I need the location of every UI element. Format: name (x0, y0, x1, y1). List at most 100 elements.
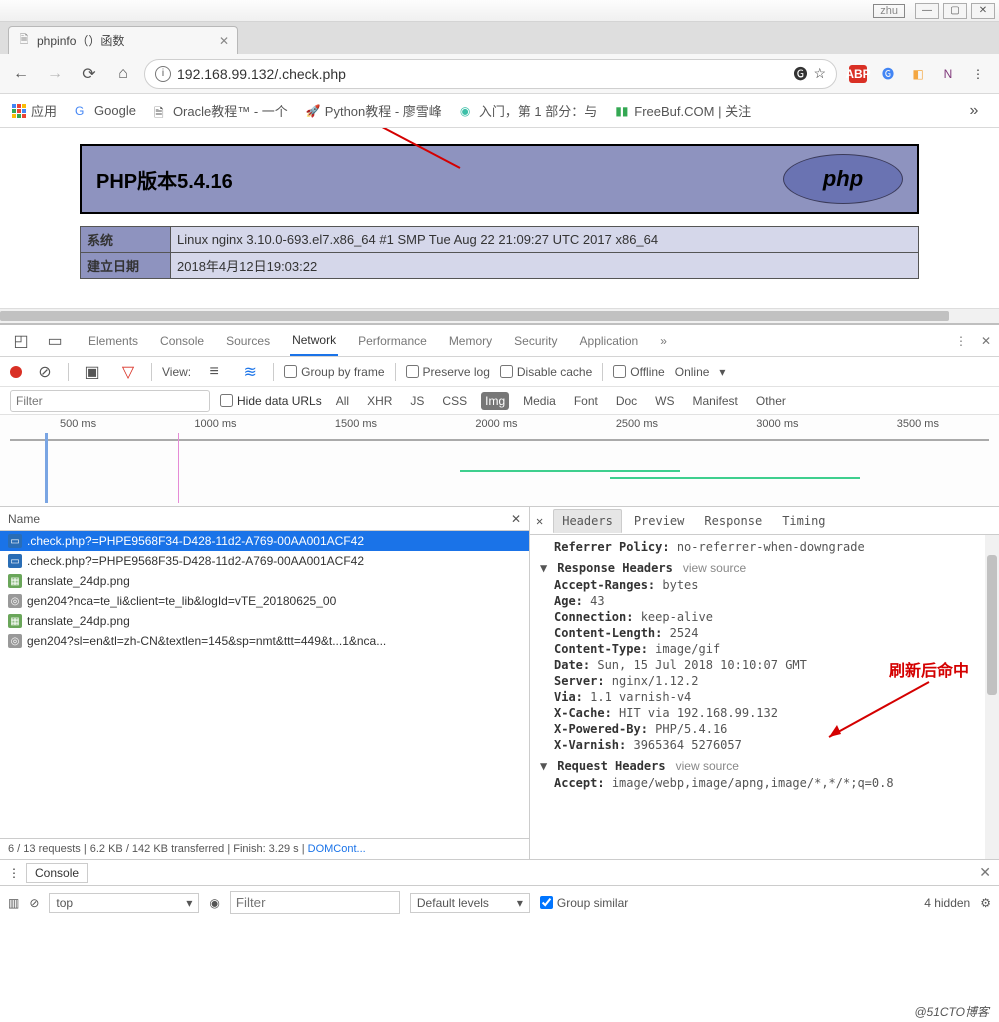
log-levels-select[interactable]: Default levels▾ (410, 893, 530, 913)
request-row[interactable]: ◎gen204?sl=en&tl=zh-CN&textlen=145&sp=nm… (0, 631, 529, 651)
filter-type-tabs: All XHR JS CSS Img Media Font Doc WS Man… (332, 392, 790, 410)
console-settings-icon[interactable]: ⚙ (980, 896, 991, 910)
devtools-close-icon[interactable]: ✕ (981, 334, 991, 348)
close-window-button[interactable]: ✕ (971, 3, 995, 19)
reload-button[interactable]: ⟳ (76, 61, 102, 87)
response-header-line: Age: 43 (554, 593, 989, 609)
filter-ws[interactable]: WS (651, 392, 678, 410)
clear-icon[interactable]: ⊘ (32, 359, 58, 385)
detail-tab-preview[interactable]: Preview (626, 510, 693, 532)
horizontal-scrollbar[interactable] (0, 308, 999, 323)
filter-font[interactable]: Font (570, 392, 602, 410)
execution-context-select[interactable]: top▾ (49, 893, 199, 913)
tabs-overflow-icon[interactable]: » (658, 327, 669, 355)
translate-icon[interactable]: 🅖 (793, 64, 807, 84)
network-filter-input[interactable] (10, 390, 210, 412)
console-filter-input[interactable] (230, 891, 400, 914)
name-column-header[interactable]: Name (8, 512, 40, 526)
site-info-icon[interactable]: i (155, 66, 171, 82)
request-row[interactable]: ◎gen204?nca=te_li&client=te_lib&logId=vT… (0, 591, 529, 611)
devtools-menu-icon[interactable]: ⋮ (955, 334, 967, 348)
tab-elements[interactable]: Elements (86, 327, 140, 355)
request-row[interactable]: ▭.check.php?=PHPE9568F34-D428-11d2-A769-… (0, 531, 529, 551)
bookmark-star-icon[interactable]: ☆ (813, 65, 826, 82)
request-name: translate_24dp.png (27, 574, 130, 588)
filter-img[interactable]: Img (481, 392, 509, 410)
request-row[interactable]: ▦translate_24dp.png (0, 611, 529, 631)
disable-cache-checkbox[interactable]: Disable cache (500, 365, 592, 379)
group-by-frame-checkbox[interactable]: Group by frame (284, 365, 384, 379)
request-row[interactable]: ▦translate_24dp.png (0, 571, 529, 591)
tab-network[interactable]: Network (290, 326, 338, 356)
detail-tab-timing[interactable]: Timing (774, 510, 833, 532)
browser-menu-icon[interactable]: ⋮ (969, 65, 987, 83)
preserve-log-checkbox[interactable]: Preserve log (406, 365, 490, 379)
bookmarks-overflow-icon[interactable]: » (961, 98, 987, 124)
request-row[interactable]: ▭.check.php?=PHPE9568F35-D428-11d2-A769-… (0, 551, 529, 571)
view-large-icon[interactable]: ≡ (201, 359, 227, 385)
filter-other[interactable]: Other (752, 392, 790, 410)
filter-icon[interactable]: ▽ (115, 359, 141, 385)
console-drawer: ⋮ Console ✕ ▥ ⊘ top▾ ◉ Default levels▾ G… (0, 859, 999, 919)
request-headers-section[interactable]: Request Headers (557, 759, 665, 773)
filter-manifest[interactable]: Manifest (689, 392, 742, 410)
throttle-select[interactable]: Online ▾ (675, 365, 726, 379)
bookmark-intro[interactable]: ◉入门，第 1 部分：与 (460, 101, 597, 120)
home-button[interactable]: ⌂ (110, 61, 136, 87)
tab-performance[interactable]: Performance (356, 327, 429, 355)
console-tab[interactable]: Console (26, 863, 88, 883)
filter-css[interactable]: CSS (438, 392, 471, 410)
console-clear-icon[interactable]: ⊘ (29, 896, 39, 910)
device-toolbar-icon[interactable]: ▭ (42, 328, 68, 354)
address-bar[interactable]: i 192.168.99.132/.check.php 🅖 ☆ (144, 59, 837, 89)
hidden-count[interactable]: 4 hidden (924, 896, 970, 910)
filter-js[interactable]: JS (406, 392, 428, 410)
detail-tab-headers[interactable]: Headers (553, 509, 622, 533)
network-timeline[interactable]: 500 ms 1000 ms 1500 ms 2000 ms 2500 ms 3… (0, 415, 999, 507)
tab-application[interactable]: Application (578, 327, 641, 355)
response-headers-section[interactable]: Response Headers (557, 561, 673, 575)
bookmark-freebuf[interactable]: ▮▮FreeBuf.COM | 关注 (615, 101, 751, 120)
view-overview-icon[interactable]: ≋ (237, 359, 263, 385)
filter-media[interactable]: Media (519, 392, 560, 410)
onenote-extension-icon[interactable]: N (939, 65, 957, 83)
row-key: 建立日期 (81, 253, 171, 279)
inspect-element-icon[interactable]: ◰ (8, 328, 34, 354)
forward-button[interactable]: → (42, 61, 68, 87)
detail-tab-response[interactable]: Response (696, 510, 770, 532)
offline-checkbox[interactable]: Offline (613, 365, 664, 379)
filter-xhr[interactable]: XHR (363, 392, 396, 410)
view-source-link[interactable]: view source (676, 759, 739, 773)
record-button[interactable] (10, 366, 22, 378)
group-similar-checkbox[interactable]: Group similar (540, 896, 628, 910)
tab-close-icon[interactable]: ✕ (219, 34, 229, 48)
detail-vertical-scrollbar[interactable] (985, 535, 999, 859)
bookmark-google[interactable]: GGoogle (75, 103, 136, 118)
minimize-button[interactable]: — (915, 3, 939, 19)
drawer-menu-icon[interactable]: ⋮ (8, 866, 20, 880)
bookmark-oracle[interactable]: 🗎Oracle教程™ - 一个 (154, 101, 288, 120)
google-translate-extension-icon[interactable]: 🅖 (879, 65, 897, 83)
apps-button[interactable]: 应用 (12, 101, 57, 120)
tab-sources[interactable]: Sources (224, 327, 272, 355)
console-live-icon[interactable]: ◉ (209, 896, 219, 910)
close-detail-x[interactable]: ✕ (511, 512, 521, 526)
console-sidebar-icon[interactable]: ▥ (8, 896, 19, 910)
extension-icon-3[interactable]: ◧ (909, 65, 927, 83)
txt-file-icon: ◎ (8, 594, 22, 608)
view-source-link[interactable]: view source (683, 561, 746, 575)
filter-doc[interactable]: Doc (612, 392, 641, 410)
bookmark-python[interactable]: 🚀Python教程 - 廖雪峰 (306, 101, 442, 120)
drawer-close-icon[interactable]: ✕ (979, 864, 991, 881)
back-button[interactable]: ← (8, 61, 34, 87)
abp-extension-icon[interactable]: ABP (849, 65, 867, 83)
filter-all[interactable]: All (332, 392, 353, 410)
tab-memory[interactable]: Memory (447, 327, 494, 355)
hide-data-urls-checkbox[interactable]: Hide data URLs (220, 394, 322, 408)
maximize-button[interactable]: ▢ (943, 3, 967, 19)
camera-icon[interactable]: ▣ (79, 359, 105, 385)
detail-close-icon[interactable]: ✕ (536, 514, 543, 528)
browser-tab[interactable]: 🗎 phpinfo（）函数 ✕ (8, 26, 238, 54)
tab-console[interactable]: Console (158, 327, 206, 355)
tab-security[interactable]: Security (512, 327, 559, 355)
